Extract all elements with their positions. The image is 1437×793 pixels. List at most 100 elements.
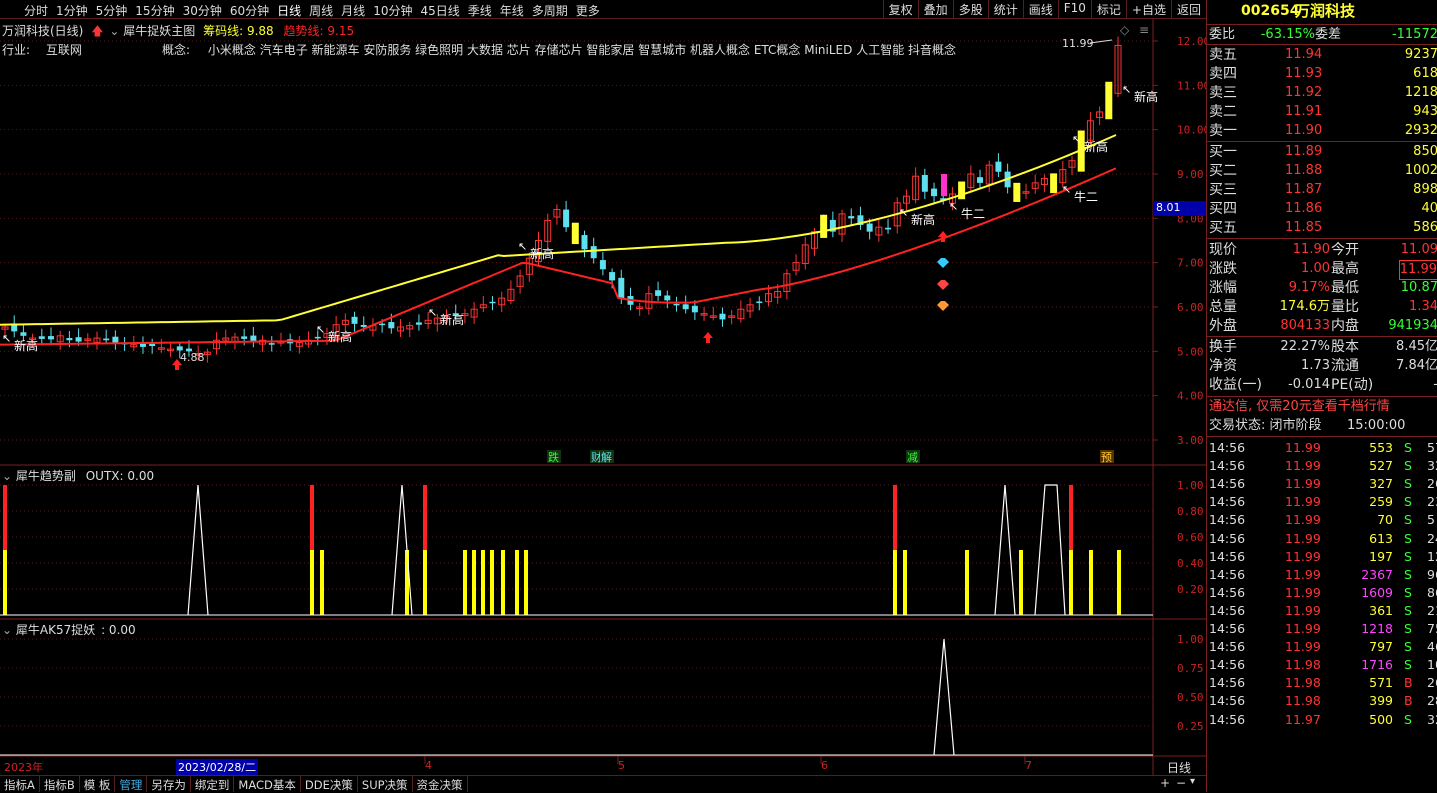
- asks-price: 11.90: [1285, 123, 1323, 138]
- dropdown-chevron-icon[interactable]: ⌄: [109, 24, 119, 38]
- candle-body-down: [609, 272, 616, 281]
- y-tick-label: 6.00: [1177, 301, 1204, 314]
- candle-body-down: [379, 323, 386, 326]
- period-tab-0[interactable]: 分时: [24, 4, 48, 18]
- candle-body-down: [599, 260, 606, 270]
- toolbar-button-6[interactable]: 标记: [1090, 0, 1126, 19]
- signal-bar-red: [310, 485, 314, 550]
- sub2-title[interactable]: 犀牛AK57捉妖: [16, 623, 95, 637]
- asks-label: 卖四: [1209, 66, 1237, 82]
- signal-bar-yellow: [320, 550, 324, 615]
- tick-volume: 1609: [1361, 584, 1393, 600]
- asks-row[interactable]: 卖五 11.94 9237: [1207, 46, 1437, 64]
- period-tab-6[interactable]: 日线: [277, 4, 301, 18]
- period-tab-1[interactable]: 1分钟: [56, 4, 88, 18]
- stat-value: -0.014: [1288, 377, 1330, 392]
- tick-count: 21: [1427, 602, 1437, 618]
- kline-canvas[interactable]: 12.0011.0010.009.008.007.006.005.004.003…: [0, 19, 1206, 775]
- asks-row[interactable]: 卖三 11.92 1218: [1207, 84, 1437, 102]
- indicator-tab-6[interactable]: MACD基本: [234, 776, 301, 792]
- annotation-label: 新高: [530, 246, 554, 261]
- event-tag: 减: [907, 451, 918, 464]
- indicator-tab-8[interactable]: SUP决策: [358, 776, 413, 792]
- sub1-title[interactable]: 犀牛趋势副: [16, 469, 76, 483]
- period-tab-4[interactable]: 30分钟: [183, 4, 222, 18]
- toolbar-button-8[interactable]: 返回: [1170, 0, 1206, 19]
- period-tab-11[interactable]: 季线: [468, 4, 492, 18]
- indicator-tab-9[interactable]: 资金决策: [413, 776, 468, 792]
- period-tab-14[interactable]: 更多: [576, 4, 600, 18]
- toolbar-button-3[interactable]: 统计: [987, 0, 1023, 19]
- tick-time: 14:56: [1209, 440, 1246, 455]
- indicator-tab-7[interactable]: DDE决策: [301, 776, 358, 792]
- indicator-tab-2[interactable]: 模 板: [80, 776, 116, 792]
- candle-body-signal: [1105, 81, 1113, 120]
- bids-row[interactable]: 买五 11.85 586: [1207, 219, 1437, 237]
- indicator-tab-4[interactable]: 另存为: [147, 776, 191, 792]
- toolbar-button-2[interactable]: 多股: [952, 0, 988, 19]
- toolbar-button-5[interactable]: F10: [1057, 0, 1091, 19]
- chart-area[interactable]: 12.0011.0010.009.008.007.006.005.004.003…: [0, 19, 1206, 775]
- period-tab-7[interactable]: 周线: [309, 4, 333, 18]
- asks-row[interactable]: 卖一 11.90 2932: [1207, 122, 1437, 140]
- candle-body-down: [931, 188, 938, 197]
- period-tab-5[interactable]: 60分钟: [230, 4, 269, 18]
- tick-row: 14:56 11.99 553 S 57: [1207, 439, 1437, 457]
- y-tick-label: 4.00: [1177, 390, 1204, 403]
- candle-body-down: [655, 290, 662, 296]
- tick-count: 101: [1427, 657, 1437, 673]
- period-tab-8[interactable]: 月线: [341, 4, 365, 18]
- period-tab-12[interactable]: 年线: [500, 4, 524, 18]
- signal-bar-yellow: [3, 550, 7, 615]
- asks-row[interactable]: 卖二 11.91 943: [1207, 103, 1437, 121]
- bids-row[interactable]: 买一 11.89 850: [1207, 143, 1437, 161]
- menu-icon[interactable]: ≡: [1139, 23, 1149, 37]
- dropdown-chevron-icon[interactable]: ⌄: [2, 469, 12, 483]
- asks-label: 卖二: [1209, 104, 1237, 120]
- tick-row: 14:56 11.99 259 S 23: [1207, 493, 1437, 511]
- low-price-label: 4.88: [180, 351, 205, 364]
- signal-bar-yellow: [1069, 550, 1073, 615]
- tick-price: 11.99: [1285, 458, 1321, 474]
- indicator-tab-5[interactable]: 绑定到: [191, 776, 235, 792]
- indicator-name[interactable]: 犀牛捉妖主图: [123, 24, 195, 38]
- period-tab-10[interactable]: 45日线: [420, 4, 459, 18]
- tick-side: S: [1404, 476, 1412, 492]
- bids-label: 买二: [1209, 163, 1237, 179]
- asks-label: 卖五: [1209, 47, 1237, 63]
- y-tick-label: 9.00: [1177, 168, 1204, 181]
- bids-row[interactable]: 买二 11.88 1002: [1207, 162, 1437, 180]
- tick-row: 14:56 11.99 1218 S 75: [1207, 620, 1437, 638]
- toolbar-button-4[interactable]: 画线: [1022, 0, 1058, 19]
- tick-side: S: [1404, 711, 1412, 727]
- diamond-icon[interactable]: ◇: [1120, 23, 1129, 37]
- asks-row[interactable]: 卖四 11.93 618: [1207, 65, 1437, 83]
- indicator-tab-3[interactable]: 管理: [115, 776, 148, 792]
- tick-time: 14:56: [1209, 566, 1246, 582]
- tick-count: 5: [1427, 512, 1435, 528]
- toolbar-button-1[interactable]: 叠加: [917, 0, 953, 19]
- candle-body-down: [360, 324, 367, 327]
- toolbar-button-0[interactable]: 复权: [882, 0, 918, 19]
- bids-row[interactable]: 买三 11.87 898: [1207, 181, 1437, 199]
- bids-row[interactable]: 买四 11.86 40: [1207, 200, 1437, 218]
- signal-bar-yellow: [1019, 550, 1023, 615]
- toolbar-button-7[interactable]: +自选: [1125, 0, 1171, 19]
- period-tab-2[interactable]: 5分钟: [96, 4, 128, 18]
- annotation-label: 牛二: [961, 206, 985, 221]
- toggle-icon[interactable]: ▾: [1190, 776, 1195, 787]
- stat-value: 9.17%: [1288, 280, 1330, 295]
- period-tab-9[interactable]: 10分钟: [373, 4, 412, 18]
- promo-link[interactable]: 通达信, 仅需20元查看千档行情: [1209, 398, 1390, 416]
- period-tab-3[interactable]: 15分钟: [135, 4, 174, 18]
- indicator-tab-1[interactable]: 指标B: [40, 776, 80, 792]
- period-tab-13[interactable]: 多周期: [532, 4, 568, 18]
- plus-icon[interactable]: +: [1160, 776, 1170, 790]
- sub2-y-label: 0.50: [1177, 691, 1204, 704]
- tick-price: 11.99: [1285, 566, 1321, 582]
- period-toolbar: 分时 1分钟 5分钟 15分钟 30分钟 60分钟 日线 周线 月线 10分钟 45日线 季线 年线 多周…: [0, 0, 1206, 19]
- candle-body-signal: [958, 181, 966, 200]
- indicator-tab-0[interactable]: 指标A: [0, 776, 40, 792]
- minus-icon[interactable]: −: [1176, 776, 1186, 790]
- dropdown-chevron-icon[interactable]: ⌄: [2, 623, 12, 637]
